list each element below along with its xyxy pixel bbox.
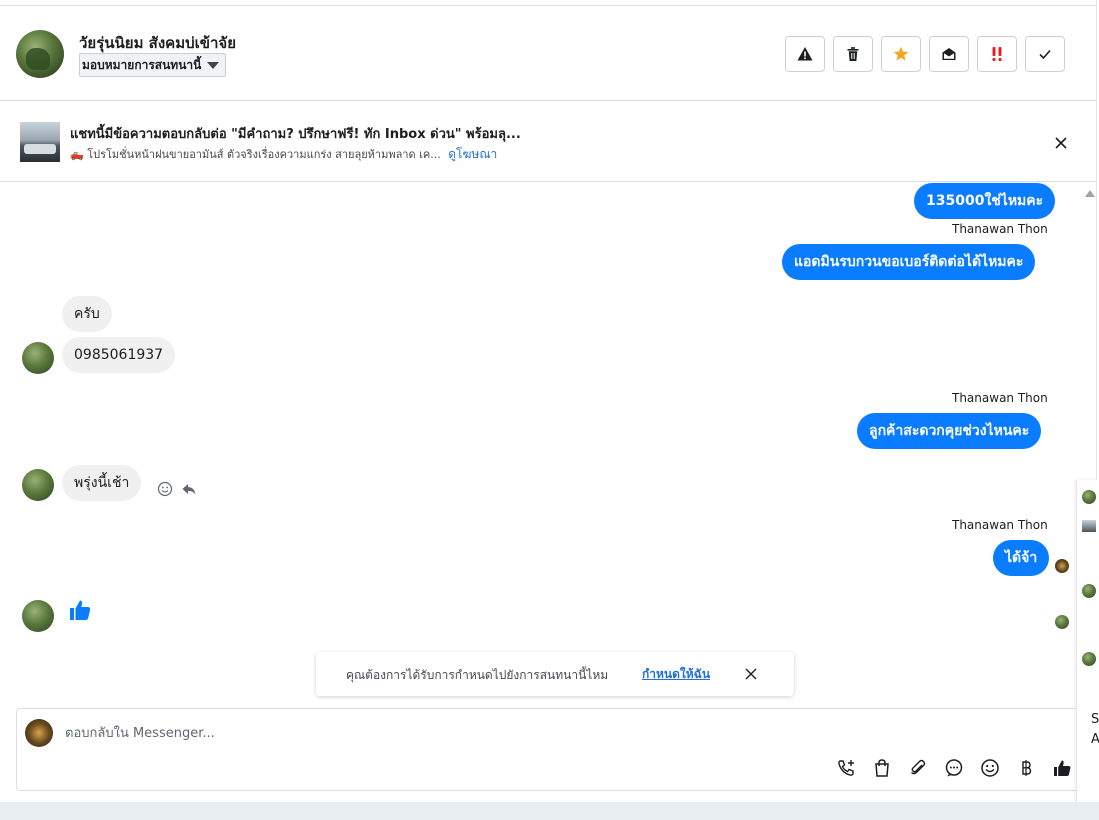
contact-name[interactable]: วัยรุ่นนิยม สังคมบ่เข้าจัย (79, 31, 236, 55)
reply-input[interactable] (65, 723, 765, 743)
side-avatar[interactable] (1082, 584, 1096, 598)
contact-avatar[interactable] (16, 30, 64, 78)
assign-suggestion-toast: คุณต้องการได้รับการกำหนดไปยังการสนทนานี้… (316, 652, 794, 696)
assign-to-me-link[interactable]: กำหนดให้ฉัน (642, 665, 710, 684)
message-bubble-outgoing[interactable]: แอดมินรบกวนขอเบอร์ติดต่อได้ไหมคะ (782, 244, 1036, 280)
message-sender: Thanawan Thon (952, 391, 1048, 405)
seen-avatar (1055, 615, 1069, 629)
send-like-button[interactable] (1051, 757, 1073, 779)
call-button[interactable] (835, 757, 857, 779)
mark-unread-button[interactable] (929, 36, 969, 72)
reply-composer (16, 708, 1086, 791)
urgent-icon (992, 47, 1002, 62)
attach-button[interactable] (907, 757, 929, 779)
shopping-bag-icon (875, 759, 889, 777)
assign-label: มอบหมายการสนทนานี้ (82, 58, 202, 72)
react-emoji-icon[interactable] (157, 481, 173, 497)
payment-button[interactable] (1015, 757, 1037, 779)
side-ad-thumbnail[interactable] (1082, 520, 1096, 532)
message-bubble-outgoing[interactable]: 135000ใช่ไหมคะ (914, 183, 1056, 219)
baht-icon (1022, 760, 1032, 776)
close-icon[interactable] (744, 667, 758, 681)
side-panel-letter: A (1091, 732, 1099, 747)
reply-icon[interactable] (181, 481, 197, 497)
conversation-header: วัยรุ่นนิยม สังคมบ่เข้าจัย มอบหมายการสนท… (0, 6, 1096, 101)
side-avatar[interactable] (1082, 652, 1096, 666)
mark-unread-icon (942, 48, 956, 60)
ad-title: แชทนี้มีข้อความตอบกลับต่อ "มีคำถาม? ปรึก… (70, 127, 521, 142)
attachment-icon (911, 759, 926, 775)
contact-avatar-small (22, 342, 54, 374)
message-sender: Thanawan Thon (952, 222, 1048, 236)
message-bubble-outgoing[interactable]: ได้จ้า (993, 540, 1050, 576)
check-icon (1039, 49, 1051, 60)
mark-done-button[interactable] (1025, 36, 1065, 72)
saved-replies-button[interactable] (943, 757, 965, 779)
shop-button[interactable] (871, 757, 893, 779)
star-button[interactable] (881, 36, 921, 72)
message-bubble-incoming[interactable]: ครับ (62, 296, 112, 332)
report-spam-button[interactable] (785, 36, 825, 72)
conversation-side-panel: S A (1076, 480, 1099, 818)
messenger-inbox-page: วัยรุ่นนิยม สังคมบ่เข้าจัย มอบหมายการสนท… (0, 0, 1099, 820)
ad-subtitle: 🛻 โปรโมชั่นหน้าฝนขายอามันส์ ตัวจริงเรื่อ… (70, 148, 441, 161)
view-ad-link[interactable]: ดูโฆษณา (448, 147, 497, 161)
warning-icon (797, 47, 813, 61)
side-panel-letter: S (1091, 712, 1099, 727)
composer-toolbar (835, 757, 1073, 779)
star-icon (893, 46, 909, 61)
saved-reply-icon (945, 759, 963, 777)
assign-conversation-dropdown[interactable]: มอบหมายการสนทนานี้ (79, 53, 227, 77)
read-receipt-avatar (1055, 559, 1069, 573)
contact-avatar-small (22, 600, 54, 632)
contact-avatar-small (22, 469, 54, 501)
emoji-button[interactable] (979, 757, 1001, 779)
close-icon[interactable] (1052, 134, 1070, 152)
page-avatar (25, 719, 53, 747)
side-avatar[interactable] (1082, 490, 1096, 504)
message-sender: Thanawan Thon (952, 518, 1048, 532)
like-icon (1054, 760, 1071, 776)
trash-icon (847, 47, 859, 61)
mark-urgent-button[interactable] (977, 36, 1017, 72)
scroll-up-arrow[interactable] (1085, 190, 1095, 197)
ad-thumbnail[interactable] (20, 122, 60, 162)
emoji-icon (981, 759, 999, 777)
thumbs-up-icon[interactable] (68, 598, 92, 622)
message-bubble-outgoing[interactable]: ลูกค้าสะดวกคุยช่วงไหนคะ (857, 413, 1042, 449)
toast-text: คุณต้องการได้รับการกำหนดไปยังการสนทนานี้… (346, 668, 609, 682)
ad-reply-banner: แชทนี้มีข้อความตอบกลับต่อ "มีคำถาม? ปรึก… (0, 102, 1096, 182)
chevron-down-icon (207, 62, 220, 69)
call-add-icon (838, 760, 854, 776)
message-bubble-incoming[interactable]: พรุ่งนี้เช้า (62, 465, 142, 501)
conversation-actions (785, 36, 1065, 72)
message-bubble-incoming[interactable]: 0985061937 (62, 337, 176, 373)
delete-button[interactable] (833, 36, 873, 72)
bottom-bar (0, 802, 1099, 820)
ad-subtitle-row: 🛻 โปรโมชั่นหน้าฝนขายอามันส์ ตัวจริงเรื่อ… (70, 145, 497, 164)
